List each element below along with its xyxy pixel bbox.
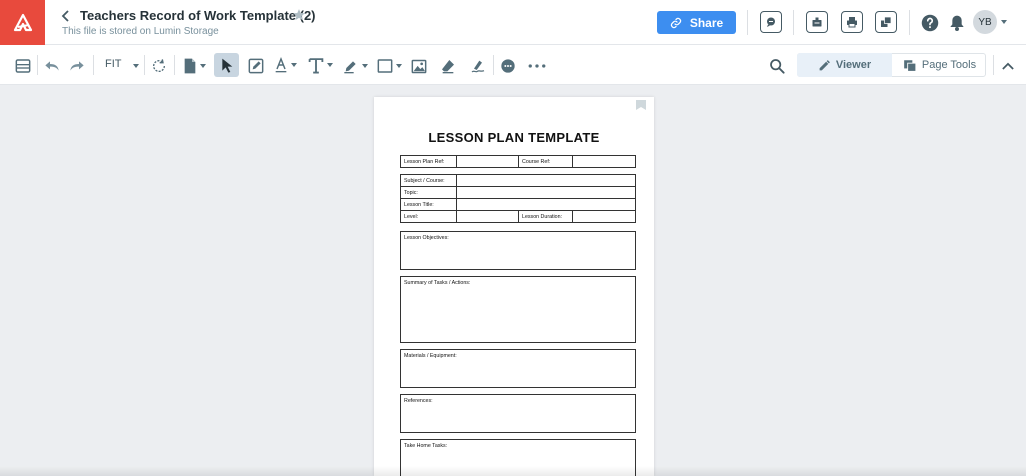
comments-button[interactable] xyxy=(760,11,782,33)
notification-bell-icon[interactable] xyxy=(947,13,966,32)
summary-of-tasks-label: Summary of Tasks / Actions: xyxy=(404,280,471,286)
undo-icon[interactable] xyxy=(43,56,61,76)
references-box[interactable]: References: xyxy=(400,394,636,433)
page-tools-dropdown[interactable] xyxy=(181,56,207,76)
redo-icon[interactable] xyxy=(68,56,86,76)
free-text-dropdown[interactable] xyxy=(306,55,334,75)
lesson-plan-heading: LESSON PLAN TEMPLATE xyxy=(428,130,600,145)
rotate-icon[interactable] xyxy=(150,56,168,76)
summary-of-tasks-box[interactable]: Summary of Tasks / Actions: xyxy=(400,276,636,343)
page-tools-mode-tab[interactable]: Page Tools xyxy=(893,53,986,77)
references-label: References: xyxy=(404,398,433,404)
lesson-objectives-label: Lesson Objectives: xyxy=(404,235,449,241)
signature-icon[interactable] xyxy=(469,56,487,76)
document-title[interactable]: Teachers Record of Work Template (2) xyxy=(80,8,316,23)
lesson-info-table: Subject / Course: Topic: Lesson Title: L… xyxy=(400,174,636,223)
collapse-toolbar-chevron-up-icon[interactable] xyxy=(999,56,1017,76)
divider xyxy=(37,55,38,75)
document-icon xyxy=(184,58,195,74)
course-ref-label: Course Ref: xyxy=(518,155,573,168)
viewer-label: Viewer xyxy=(835,59,872,71)
highlighter-icon xyxy=(343,61,356,74)
share-button[interactable]: Share xyxy=(657,11,736,34)
zoom-select[interactable]: FIT xyxy=(105,58,122,70)
print-button[interactable] xyxy=(841,11,863,33)
copy-icon xyxy=(881,16,892,27)
reference-table: Lesson Plan Ref: Course Ref: xyxy=(400,155,636,168)
divider xyxy=(909,10,910,35)
shape-dropdown[interactable] xyxy=(376,56,402,76)
bottom-shadow xyxy=(0,466,1026,476)
pages-icon xyxy=(904,59,917,72)
back-button[interactable] xyxy=(58,8,74,24)
zoom-dropdown-chevron-icon[interactable] xyxy=(129,56,139,76)
more-options-icon[interactable] xyxy=(527,56,547,76)
course-ref-field[interactable] xyxy=(572,155,636,168)
rectangle-icon xyxy=(377,59,392,73)
save-to-drive-button[interactable] xyxy=(806,11,828,33)
lumin-logo-icon xyxy=(13,13,32,31)
subject-label: Subject / Course: xyxy=(400,174,457,187)
comment-icon xyxy=(767,17,775,27)
search-icon[interactable] xyxy=(768,56,786,76)
link-icon xyxy=(670,17,681,28)
avatar-initials: YB xyxy=(978,16,992,28)
share-label: Share xyxy=(689,15,724,30)
zoom-label: FIT xyxy=(105,58,122,70)
take-home-tasks-label: Take Home Tasks: xyxy=(404,443,448,449)
text-tool-icon xyxy=(308,57,323,74)
divider xyxy=(793,10,794,35)
edit-text-icon[interactable] xyxy=(247,56,265,76)
divider xyxy=(93,55,94,75)
highlight-dropdown[interactable] xyxy=(342,56,368,76)
divider xyxy=(993,55,994,75)
topic-label: Topic: xyxy=(400,186,457,199)
chevron-left-icon xyxy=(61,10,69,22)
image-icon[interactable] xyxy=(410,56,428,76)
subject-field[interactable] xyxy=(456,174,636,187)
sidebar-toggle-icon[interactable] xyxy=(14,56,32,76)
cursor-arrow-icon[interactable] xyxy=(218,56,236,76)
lesson-title-field[interactable] xyxy=(456,198,636,211)
lesson-duration-field[interactable] xyxy=(572,210,636,223)
font-color-icon xyxy=(275,57,286,73)
pencil-icon xyxy=(819,59,830,70)
download-tray-icon xyxy=(812,17,822,27)
comment-icon[interactable] xyxy=(499,56,517,76)
help-icon[interactable] xyxy=(920,13,939,32)
materials-equipment-box[interactable]: Materials / Equipment: xyxy=(400,349,636,388)
topic-field[interactable] xyxy=(456,186,636,199)
eraser-icon[interactable] xyxy=(439,56,457,76)
materials-equipment-label: Materials / Equipment: xyxy=(404,353,457,359)
copy-button[interactable] xyxy=(875,11,897,33)
viewer-mode-tab[interactable]: Viewer xyxy=(797,53,892,77)
lesson-plan-ref-field[interactable] xyxy=(456,155,519,168)
level-label: Level: xyxy=(400,210,457,223)
level-field[interactable] xyxy=(456,210,519,223)
lesson-title-label: Lesson Title: xyxy=(400,198,457,211)
top-bar: Teachers Record of Work Template (2) Thi… xyxy=(0,0,1026,45)
text-color-dropdown[interactable] xyxy=(272,55,298,75)
divider xyxy=(174,55,175,75)
chevron-down-icon[interactable] xyxy=(1001,20,1007,24)
print-icon xyxy=(847,17,857,28)
lumin-logo[interactable] xyxy=(0,0,45,45)
divider xyxy=(747,10,748,35)
lesson-duration-label: Lesson Duration: xyxy=(518,210,573,223)
page-tools-label: Page Tools xyxy=(921,59,977,71)
divider xyxy=(493,55,494,75)
star-icon[interactable] xyxy=(292,8,308,24)
lesson-plan-ref-label: Lesson Plan Ref: xyxy=(400,155,457,168)
storage-note: This file is stored on Lumin Storage xyxy=(62,26,219,37)
bookmark-icon[interactable] xyxy=(636,97,646,110)
lesson-objectives-box[interactable]: Lesson Objectives: xyxy=(400,231,636,270)
avatar[interactable]: YB xyxy=(973,10,997,34)
divider xyxy=(144,55,145,75)
